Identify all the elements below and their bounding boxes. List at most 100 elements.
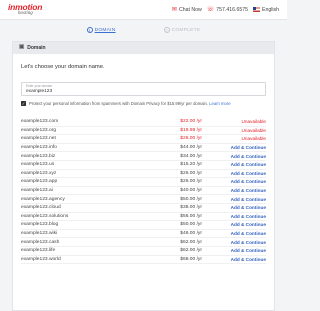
domain-price: $26.00 /yr xyxy=(180,170,202,176)
add-continue-button[interactable]: Add & Continue xyxy=(216,231,266,236)
top-bar: inmotion hosting ✉ Chat Now ☏ 757.416.65… xyxy=(0,0,287,20)
domain-result-row: example123.solutions $56.00 /yr Add & Cont… xyxy=(21,213,266,222)
domain-result-row: example123.app $26.00 /yr Add & Continue xyxy=(21,178,266,187)
add-continue-button[interactable]: Add & Continue xyxy=(216,222,266,227)
domain-result-row: example123.ai $40.00 /yr Add & Continue xyxy=(21,187,266,196)
logo-subtitle: hosting xyxy=(18,10,33,16)
domain-price: $38.00 /yr xyxy=(180,205,202,211)
add-continue-button[interactable]: Add & Continue xyxy=(216,248,266,253)
domain-price: $56.00 /yr xyxy=(180,213,202,219)
domain-section-title: Domain xyxy=(27,45,46,51)
unavailable-label: Unavailable xyxy=(241,127,267,133)
add-continue-button[interactable]: Add & Continue xyxy=(216,171,266,176)
step-complete: 2 COMPLETE xyxy=(163,27,201,33)
domain-name: example123.ai xyxy=(21,188,53,194)
domain-card: ▣ Domain Let's choose your domain name. … xyxy=(12,41,275,311)
add-continue-button[interactable]: Add & Continue xyxy=(216,154,266,159)
globe-icon: ▣ xyxy=(19,44,25,51)
domain-price: $15.20 /yr xyxy=(180,162,202,168)
domain-price: $22.00 /yr xyxy=(180,119,202,125)
domain-result-row: example123.cloud $38.00 /yr Add & Continue xyxy=(21,204,266,213)
step-domain-number: 1 xyxy=(86,27,93,33)
domain-name: example123.info xyxy=(21,145,57,151)
domain-result-row: example123.us $15.20 /yr Add & Continue xyxy=(21,161,266,170)
domain-result-row: example123.cash $62.00 /yr Add & Continue xyxy=(21,238,266,247)
add-continue-button[interactable]: Add & Continue xyxy=(216,214,266,219)
language-label: English xyxy=(261,6,279,13)
add-continue-button[interactable]: Add & Continue xyxy=(216,162,266,167)
domain-name: example123.net xyxy=(21,136,56,142)
domain-price: $62.00 /yr xyxy=(180,239,202,245)
domain-price: $26.00 /yr xyxy=(180,179,202,185)
domain-search-label: Enter your domain xyxy=(26,83,53,88)
checkout-steps: 1 DOMAIN 2 COMPLETE xyxy=(0,20,287,40)
domain-privacy-text: Protect your personal information from s… xyxy=(29,101,208,106)
domain-price: $68.00 /yr xyxy=(180,256,202,262)
domain-name: example123.xyz xyxy=(21,170,57,176)
domain-result-row: example123.agency $50.00 /yr Add & Continu… xyxy=(21,195,266,204)
domain-price: $62.00 /yr xyxy=(180,248,202,254)
learn-more-link[interactable]: Learn more xyxy=(209,101,230,106)
domain-result-row: example123.xyz $26.00 /yr Add & Continue xyxy=(21,170,266,179)
domain-result-row: example123.life $62.00 /yr Add & Continue xyxy=(21,247,266,256)
domain-price: $40.00 /yr xyxy=(180,188,202,194)
domain-price: $26.00 /yr xyxy=(180,136,202,142)
domain-result-row: example123.org $19.98 /yr Unavailable xyxy=(21,127,266,136)
domain-result-row: example123.blog $50.00 /yr Add & Continue xyxy=(21,221,266,230)
domain-name: example123.cloud xyxy=(21,205,61,211)
domain-prompt: Let's choose your domain name. xyxy=(21,64,105,70)
domain-result-row: example123.world $68.00 /yr Add & Continue xyxy=(21,256,266,265)
unavailable-label: Unavailable xyxy=(241,119,267,125)
add-continue-button[interactable]: Add & Continue xyxy=(216,197,266,202)
step-domain[interactable]: 1 DOMAIN xyxy=(86,27,116,33)
domain-name: example123.cash xyxy=(21,239,60,245)
domain-price: $19.98 /yr xyxy=(180,127,202,133)
domain-price: $50.00 /yr xyxy=(180,196,202,202)
step-complete-number: 2 xyxy=(163,27,170,33)
domain-privacy-checkbox[interactable]: ✓ xyxy=(21,101,26,106)
domain-name: example123.biz xyxy=(21,153,56,159)
us-flag-icon xyxy=(252,7,260,12)
domain-name: example123.life xyxy=(21,248,56,254)
chat-bubble-icon: ✉ xyxy=(171,6,177,13)
domain-result-row: example123.biz $34.00 /yr Add & Continue xyxy=(21,152,266,161)
add-continue-button[interactable]: Add & Continue xyxy=(216,179,266,184)
step-complete-label: COMPLETE xyxy=(171,27,201,33)
domain-name: example123.agency xyxy=(21,196,65,202)
inmotion-logo[interactable]: inmotion hosting xyxy=(8,3,42,16)
step-domain-label: DOMAIN xyxy=(94,27,116,33)
domain-name: example123.solutions xyxy=(21,213,69,219)
domain-result-row: example123.info $44.00 /yr Add & Continue xyxy=(21,144,266,153)
add-continue-button[interactable]: Add & Continue xyxy=(216,257,266,262)
domain-results-list: example123.com $22.00 /yr Unavailable examp… xyxy=(21,118,266,265)
add-continue-button[interactable]: Add & Continue xyxy=(216,188,266,193)
language-selector[interactable]: English xyxy=(252,6,279,13)
domain-result-row: example123.com $22.00 /yr Unavailable xyxy=(21,118,266,127)
domain-name: example123.us xyxy=(21,162,55,168)
domain-name: example123.com xyxy=(21,119,59,125)
chat-now-link[interactable]: ✉ Chat Now xyxy=(172,7,202,13)
domain-search-field[interactable]: Enter your domain xyxy=(21,82,266,96)
phone-number: 757.416.6575 xyxy=(216,6,248,13)
add-continue-button[interactable]: Add & Continue xyxy=(216,145,266,150)
domain-name: example123.wiki xyxy=(21,231,58,237)
domain-privacy-option: ✓ Protect your personal information from… xyxy=(21,101,266,106)
phone-link[interactable]: ☏ 757.416.6575 xyxy=(207,7,248,13)
domain-result-row: example123.wiki $46.00 /yr Add & Continue xyxy=(21,230,266,239)
domain-name: example123.blog xyxy=(21,222,59,228)
add-continue-button[interactable]: Add & Continue xyxy=(216,205,266,210)
domain-name: example123.app xyxy=(21,179,58,185)
phone-icon: ☏ xyxy=(206,6,215,13)
domain-result-row: example123.net $26.00 /yr Unavailable xyxy=(21,135,266,144)
add-continue-button[interactable]: Add & Continue xyxy=(216,240,266,245)
unavailable-label: Unavailable xyxy=(241,136,267,142)
domain-name: example123.org xyxy=(21,127,57,133)
domain-search-input[interactable] xyxy=(26,89,261,95)
top-actions: ✉ Chat Now ☏ 757.416.6575 English xyxy=(172,7,279,13)
domain-price: $44.00 /yr xyxy=(180,145,202,151)
domain-price: $34.00 /yr xyxy=(180,153,202,159)
domain-name: example123.world xyxy=(21,256,61,262)
domain-price: $50.00 /yr xyxy=(180,222,202,228)
domain-section-header: ▣ Domain xyxy=(13,42,274,54)
chat-now-label: Chat Now xyxy=(178,6,202,13)
